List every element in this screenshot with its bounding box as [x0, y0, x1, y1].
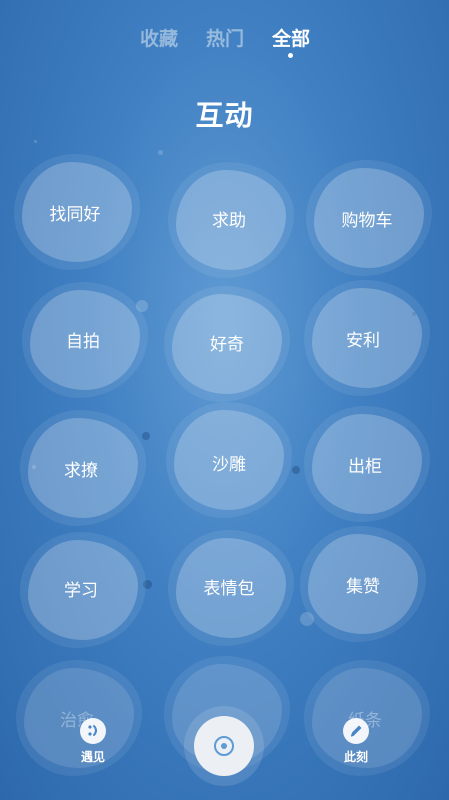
record-icon [214, 736, 234, 756]
page-title: 互动 [195, 99, 254, 132]
bubble-label: 出柜 [348, 457, 382, 477]
nav-moment-button[interactable]: 此刻 [326, 718, 386, 765]
bubble-silly[interactable]: 沙雕 [166, 402, 292, 518]
nav-meet-label: 遇见 [80, 750, 105, 764]
bubble-recommend[interactable]: 安利 [304, 280, 430, 396]
bubble-shopping-cart[interactable]: 购物车 [306, 160, 432, 276]
smile-icon [80, 718, 106, 744]
nav-moment-label: 此刻 [343, 750, 368, 764]
bubble-label: 学习 [64, 581, 98, 601]
bubble-selfie[interactable]: 自拍 [22, 282, 148, 398]
bubble-label: 集赞 [346, 577, 380, 597]
pencil-icon [343, 718, 369, 744]
bubble-curious[interactable]: 好奇 [164, 286, 290, 402]
bubble-coming-out[interactable]: 出柜 [304, 406, 430, 522]
bubble-label: 沙雕 [212, 455, 246, 475]
background-speck [158, 150, 163, 155]
tab-favorites[interactable]: 收藏 [140, 24, 178, 51]
bubble-label: 自拍 [66, 332, 100, 352]
active-tab-indicator [288, 53, 293, 58]
background-speck [142, 432, 150, 440]
bubble-label: 求助 [212, 211, 246, 231]
bubble-find-peers[interactable]: 找同好 [14, 154, 140, 270]
bubble-stickers[interactable]: 表情包 [168, 530, 294, 646]
bubble-study[interactable]: 学习 [20, 532, 146, 648]
bubble-label: 求撩 [64, 461, 98, 481]
bubble-collect-likes[interactable]: 集赞 [300, 526, 426, 642]
bubble-help[interactable]: 求助 [168, 162, 294, 278]
nav-meet-button[interactable]: 遇见 [63, 718, 123, 765]
bubble-label: 表情包 [203, 579, 255, 599]
bubble-label: 安利 [346, 331, 380, 351]
tab-all[interactable]: 全部 [272, 24, 310, 51]
background-speck [34, 140, 37, 143]
background-speck [292, 466, 300, 474]
center-record-button[interactable] [194, 716, 254, 776]
bubble-label: 购物车 [341, 211, 393, 231]
tab-hot[interactable]: 热门 [206, 24, 244, 51]
bubble-flirt[interactable]: 求撩 [20, 410, 146, 526]
bubble-label: 好奇 [210, 335, 244, 355]
bubble-label: 找同好 [49, 205, 101, 225]
category-tabs: 收藏 热门 全部 [0, 24, 449, 54]
